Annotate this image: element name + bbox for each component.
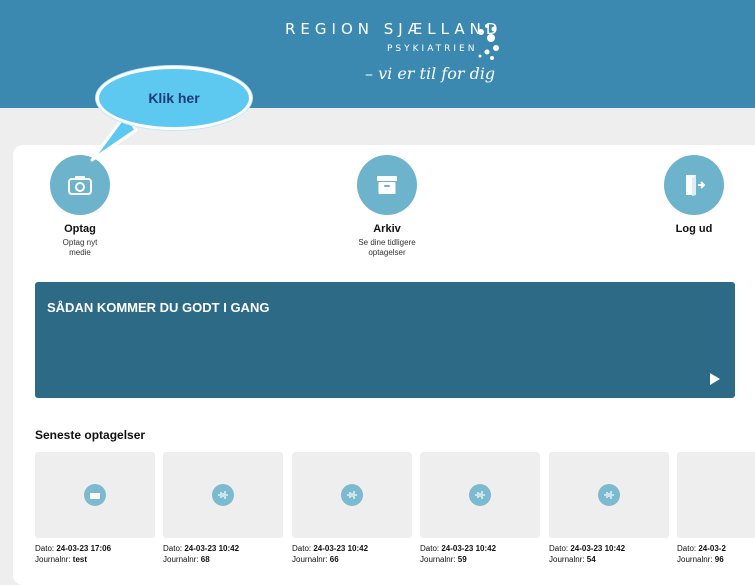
audio-wave-icon (469, 484, 491, 506)
recording-item[interactable]: Dato: 24-03-23 10:42 Journalnr: 54 (549, 452, 669, 564)
nav-record[interactable]: Optag Optag nyt medie (38, 155, 122, 258)
recent-recordings-title: Seneste optagelser (35, 428, 146, 442)
logo-department: PSYKIATRIEN (387, 44, 478, 54)
banner-title: SÅDAN KOMMER DU GODT I GANG (47, 300, 270, 315)
audio-wave-icon (341, 484, 363, 506)
callout-text: Klik her (148, 90, 200, 106)
recording-journal: Journalnr: 96 (677, 555, 724, 564)
nav-logout[interactable]: Log ud (652, 155, 736, 235)
nav-logout-button[interactable] (664, 155, 724, 215)
recording-thumbnail[interactable] (163, 452, 283, 538)
nav-record-title: Optag (64, 223, 96, 235)
logout-door-icon (686, 175, 705, 196)
region-sjaelland-logo: REGION SJÆLLAND PSYKIATRIEN – vi er til … (285, 20, 525, 100)
nav-archive-title: Arkiv (373, 223, 401, 235)
recording-item[interactable]: Dato: 24-03-2 Journalnr: 96 (677, 452, 755, 564)
video-icon (84, 484, 106, 506)
getting-started-video-banner[interactable]: SÅDAN KOMMER DU GODT I GANG (35, 282, 735, 398)
nav-logout-title: Log ud (675, 223, 713, 235)
logo-tagline: – vi er til for dig (365, 64, 496, 83)
recording-thumbnail[interactable] (420, 452, 540, 538)
archive-box-icon (377, 176, 397, 194)
recording-item[interactable]: Dato: 24-03-23 10:42 Journalnr: 66 (292, 452, 412, 564)
recording-journal: Journalnr: 66 (292, 555, 339, 564)
nav-archive-subtitle-2: optagelser (368, 248, 406, 257)
recording-date: Dato: 24-03-23 17:06 (35, 544, 112, 553)
recording-journal: Journalnr: test (35, 555, 88, 564)
nav-archive[interactable]: Arkiv Se dine tidligere optagelser (335, 155, 439, 258)
recording-date: Dato: 24-03-2 (677, 544, 726, 553)
recording-item[interactable]: Dato: 24-03-23 10:42 Journalnr: 59 (420, 452, 540, 564)
recording-date: Dato: 24-03-23 10:42 (163, 544, 240, 553)
recording-thumbnail[interactable] (549, 452, 669, 538)
recording-thumbnail[interactable] (292, 452, 412, 538)
logo-dots-icon (478, 24, 499, 60)
recording-thumbnail[interactable] (35, 452, 155, 538)
recording-thumbnail[interactable] (677, 452, 755, 538)
recording-item[interactable]: Dato: 24-03-23 10:42 Journalnr: 68 (163, 452, 283, 564)
audio-wave-icon (598, 484, 620, 506)
audio-wave-icon (212, 484, 234, 506)
play-icon[interactable] (709, 372, 721, 386)
nav-record-subtitle-1: Optag nyt (62, 238, 98, 247)
recording-journal: Journalnr: 59 (420, 555, 467, 564)
nav-record-subtitle-2: medie (69, 248, 91, 257)
recording-date: Dato: 24-03-23 10:42 (420, 544, 497, 553)
recording-journal: Journalnr: 68 (163, 555, 210, 564)
recording-date: Dato: 24-03-23 10:42 (549, 544, 626, 553)
recording-journal: Journalnr: 54 (549, 555, 596, 564)
recording-date: Dato: 24-03-23 10:42 (292, 544, 369, 553)
camera-icon (68, 176, 92, 195)
recording-item[interactable]: Dato: 24-03-23 17:06 Journalnr: test (35, 452, 155, 564)
nav-archive-button[interactable] (357, 155, 417, 215)
nav-archive-subtitle-1: Se dine tidligere (358, 238, 416, 247)
